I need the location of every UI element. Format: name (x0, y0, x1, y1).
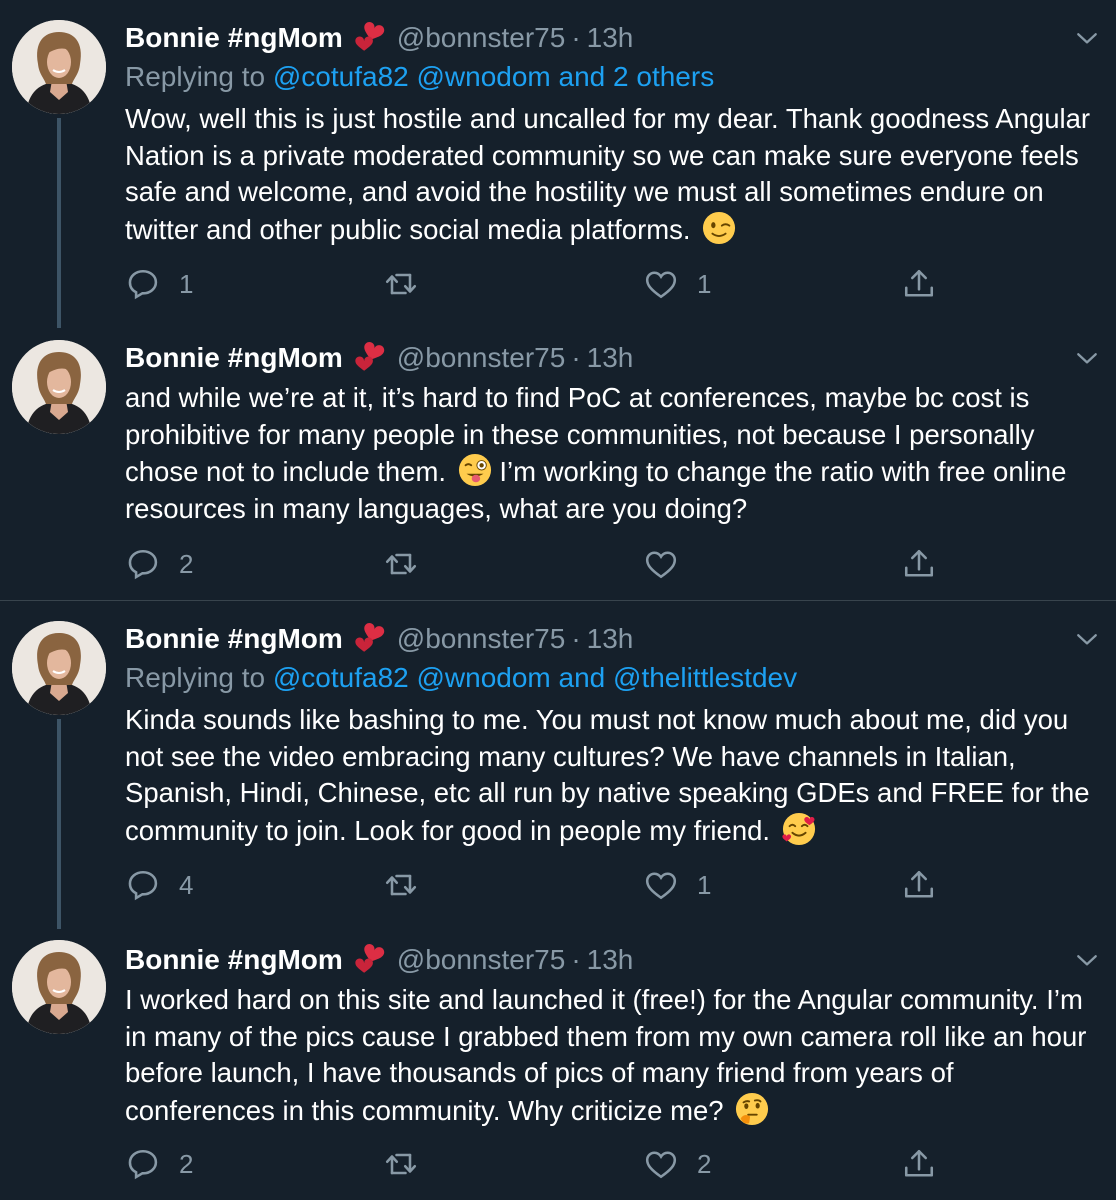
share-button[interactable] (901, 1144, 937, 1184)
avatar[interactable] (12, 621, 106, 715)
reply-icon (125, 867, 161, 903)
two-hearts-icon (351, 622, 385, 656)
chevron-down-icon[interactable] (1072, 624, 1102, 654)
like-button[interactable] (643, 544, 697, 584)
tweet-header: Bonnie #ngMom @bonnster75 · 13h (125, 18, 633, 58)
replying-to-mentions[interactable]: @cotufa82 @wnodom and 2 others (273, 61, 714, 92)
like-count: 1 (697, 268, 712, 299)
retweet-button[interactable] (383, 264, 437, 304)
two-hearts-icon (351, 21, 385, 55)
share-icon (901, 867, 937, 903)
reply-button[interactable]: 4 (125, 865, 193, 905)
separator-dot: · (571, 944, 581, 975)
reply-button[interactable]: 1 (125, 264, 193, 304)
retweet-icon (383, 1146, 419, 1182)
tweet-actions: 1 1 (125, 264, 945, 304)
chevron-down-icon[interactable] (1072, 23, 1102, 53)
display-name[interactable]: Bonnie #ngMom (125, 623, 343, 655)
tweet[interactable]: Bonnie #ngMom @bonnster75 · 13h Replying… (0, 0, 1116, 328)
thread-line (57, 719, 61, 929)
separator-dot: · (571, 623, 581, 654)
retweet-button[interactable] (383, 865, 437, 905)
replying-to-mentions[interactable]: @cotufa82 @wnodom and @thelittlestdev (273, 662, 797, 693)
like-button[interactable]: 1 (643, 264, 711, 304)
share-icon (901, 546, 937, 582)
heart-icon (643, 867, 679, 903)
retweet-icon (383, 867, 419, 903)
tweet-text-content: Kinda sounds like bashing to me. You mus… (125, 704, 1090, 846)
reply-icon (125, 266, 161, 302)
like-button[interactable]: 1 (643, 865, 711, 905)
user-handle[interactable]: @bonnster75 (397, 623, 566, 655)
heart-icon (643, 266, 679, 302)
heart-icon (643, 1146, 679, 1182)
reply-icon (125, 1146, 161, 1182)
tweet-text-content: Wow, well this is just hostile and uncal… (125, 103, 1091, 245)
share-button[interactable] (901, 544, 937, 584)
tweet-header: Bonnie #ngMom @bonnster75 · 13h (125, 619, 633, 659)
user-handle[interactable]: @bonnster75 (397, 944, 566, 976)
replying-to-prefix: Replying to (125, 662, 273, 693)
share-button[interactable] (901, 865, 937, 905)
tweet[interactable]: Bonnie #ngMom @bonnster75 · 13h and whil… (0, 322, 1116, 600)
tweet[interactable]: Bonnie #ngMom @bonnster75 · 13h I worked… (0, 922, 1116, 1200)
avatar[interactable] (12, 20, 106, 114)
heart-icon (643, 546, 679, 582)
thinking-face-icon (735, 1092, 769, 1126)
timestamp[interactable]: 13h (587, 623, 634, 655)
like-count: 2 (697, 1148, 712, 1179)
display-name[interactable]: Bonnie #ngMom (125, 22, 343, 54)
tweet-actions: 4 1 (125, 865, 945, 905)
reply-count: 4 (179, 869, 194, 900)
tweet-text-content: I worked hard on this site and launched … (125, 984, 1087, 1126)
user-handle[interactable]: @bonnster75 (397, 22, 566, 54)
reply-button[interactable]: 2 (125, 544, 193, 584)
winking-face-icon (702, 211, 736, 245)
tweet-text: Wow, well this is just hostile and uncal… (125, 101, 1110, 248)
timestamp[interactable]: 13h (587, 944, 634, 976)
reply-button[interactable]: 2 (125, 1144, 193, 1184)
tweet-text: and while we’re at it, it’s hard to find… (125, 380, 1110, 527)
tweet[interactable]: Bonnie #ngMom @bonnster75 · 13h Replying… (0, 600, 1116, 929)
thread-line (57, 118, 61, 328)
replying-to: Replying to @cotufa82 @wnodom and 2 othe… (125, 61, 714, 93)
chevron-down-icon[interactable] (1072, 343, 1102, 373)
retweet-icon (383, 546, 419, 582)
separator-dot: · (571, 342, 581, 373)
share-icon (901, 266, 937, 302)
two-hearts-icon (351, 943, 385, 977)
retweet-button[interactable] (383, 544, 437, 584)
smiling-face-with-hearts-icon (782, 812, 816, 846)
user-handle[interactable]: @bonnster75 (397, 342, 566, 374)
separator-dot: · (571, 22, 581, 53)
tweet-text: I worked hard on this site and launched … (125, 982, 1110, 1129)
display-name[interactable]: Bonnie #ngMom (125, 944, 343, 976)
replying-to: Replying to @cotufa82 @wnodom and @theli… (125, 662, 797, 694)
tweet-actions: 2 2 (125, 1144, 945, 1184)
share-button[interactable] (901, 264, 937, 304)
reply-count: 2 (179, 548, 194, 579)
retweet-icon (383, 266, 419, 302)
reply-icon (125, 546, 161, 582)
chevron-down-icon[interactable] (1072, 945, 1102, 975)
timestamp[interactable]: 13h (587, 342, 634, 374)
display-name[interactable]: Bonnie #ngMom (125, 342, 343, 374)
two-hearts-icon (351, 341, 385, 375)
tweet-header: Bonnie #ngMom @bonnster75 · 13h (125, 940, 633, 980)
like-button[interactable]: 2 (643, 1144, 711, 1184)
reply-count: 1 (179, 268, 194, 299)
tweet-thread: Bonnie #ngMom @bonnster75 · 13h Replying… (0, 0, 1116, 1200)
reply-count: 2 (179, 1148, 194, 1179)
like-count: 1 (697, 869, 712, 900)
retweet-button[interactable] (383, 1144, 437, 1184)
replying-to-prefix: Replying to (125, 61, 273, 92)
avatar[interactable] (12, 340, 106, 434)
timestamp[interactable]: 13h (587, 22, 634, 54)
avatar[interactable] (12, 940, 106, 1034)
tweet-text: Kinda sounds like bashing to me. You mus… (125, 702, 1110, 849)
winking-face-with-tongue-icon (458, 453, 492, 487)
tweet-header: Bonnie #ngMom @bonnster75 · 13h (125, 338, 633, 378)
share-icon (901, 1146, 937, 1182)
tweet-actions: 2 (125, 544, 945, 584)
